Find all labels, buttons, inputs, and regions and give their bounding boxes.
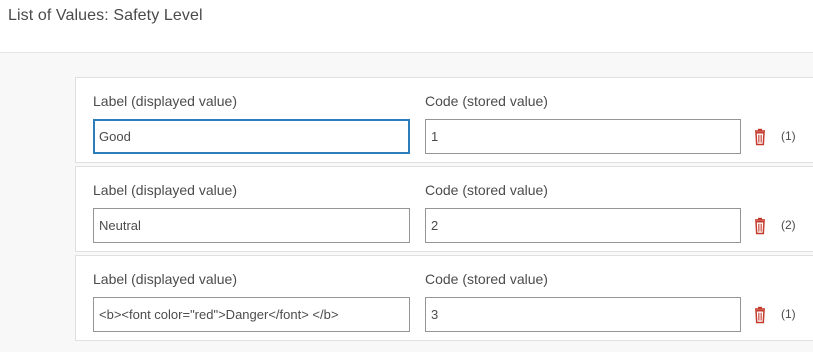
delete-value-button[interactable]: [751, 306, 769, 324]
code-input[interactable]: [425, 119, 741, 154]
usage-count: (1): [781, 129, 796, 143]
code-field-heading: Code (stored value): [425, 271, 548, 287]
code-input[interactable]: [425, 208, 741, 243]
label-field-heading: Label (displayed value): [93, 271, 237, 287]
value-row: Label (displayed value) Code (stored val…: [75, 255, 813, 341]
label-input[interactable]: [93, 208, 410, 243]
label-field-heading: Label (displayed value): [93, 93, 237, 109]
code-field-heading: Code (stored value): [425, 182, 548, 198]
usage-count: (1): [781, 307, 796, 321]
value-row: Label (displayed value) Code (stored val…: [75, 166, 813, 252]
label-input[interactable]: [93, 297, 410, 332]
code-input[interactable]: [425, 297, 741, 332]
delete-value-button[interactable]: [751, 217, 769, 235]
trash-icon: [755, 217, 765, 235]
page-title: List of Values: Safety Level: [8, 7, 203, 24]
label-input[interactable]: [93, 119, 410, 154]
trash-icon: [755, 128, 765, 146]
values-editor: Label (displayed value) Code (stored val…: [0, 53, 813, 352]
value-list: Label (displayed value) Code (stored val…: [75, 77, 813, 344]
value-row: Label (displayed value) Code (stored val…: [75, 77, 813, 163]
page-header: List of Values: Safety Level: [0, 0, 813, 53]
label-field-heading: Label (displayed value): [93, 182, 237, 198]
delete-value-button[interactable]: [751, 128, 769, 146]
code-field-heading: Code (stored value): [425, 93, 548, 109]
usage-count: (2): [781, 218, 796, 232]
trash-icon: [755, 306, 765, 324]
